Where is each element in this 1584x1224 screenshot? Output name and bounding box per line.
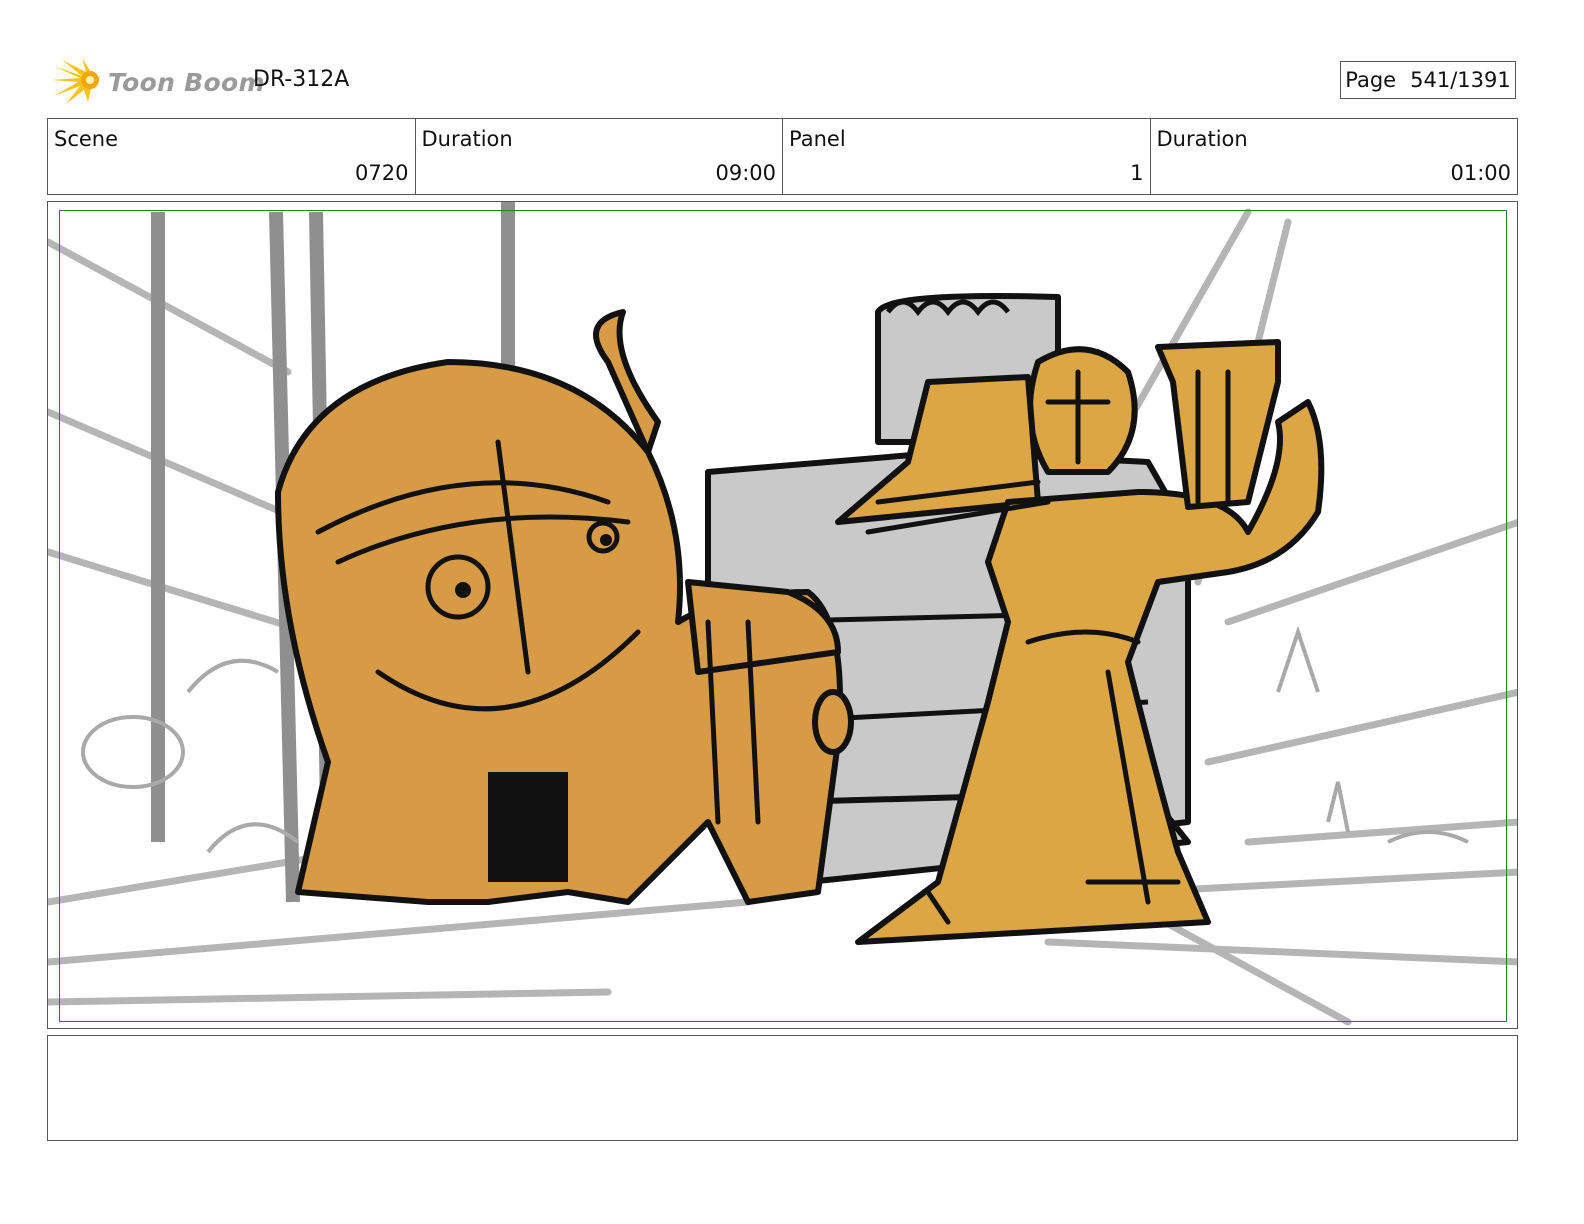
panel-cell: Panel 1: [783, 119, 1151, 194]
panel-info-table: Scene 0720 Duration 09:00 Panel 1 Durati…: [47, 118, 1518, 195]
scene-cell: Scene 0720: [48, 119, 416, 194]
storyboard-sketch: [48, 202, 1517, 1026]
page-indicator: Page 541/1391: [1340, 61, 1516, 99]
scene-duration-cell: Duration 09:00: [416, 119, 783, 194]
scene-label: Scene: [54, 127, 119, 151]
storyboard-panel-image: [47, 201, 1518, 1029]
logo-wordmark: Toon Boom: [108, 67, 265, 97]
page-number: 541/1391: [1410, 68, 1511, 92]
panel-notes-box: [47, 1035, 1518, 1141]
panel-duration-value: 01:00: [1450, 161, 1511, 185]
scene-duration-value: 09:00: [715, 161, 776, 185]
starburst-logo-icon: [52, 58, 100, 104]
panel-number: 1: [1130, 161, 1144, 185]
panel-label: Panel: [789, 127, 846, 151]
toon-boom-logo: Toon Boom: [52, 56, 265, 108]
scene-number: 0720: [355, 161, 409, 185]
panel-duration-label: Duration: [1156, 127, 1248, 151]
panel-duration-cell: Duration 01:00: [1151, 119, 1518, 194]
scene-duration-label: Duration: [421, 127, 513, 151]
page-label: Page: [1345, 68, 1397, 92]
project-code: DR-312A: [253, 67, 350, 92]
